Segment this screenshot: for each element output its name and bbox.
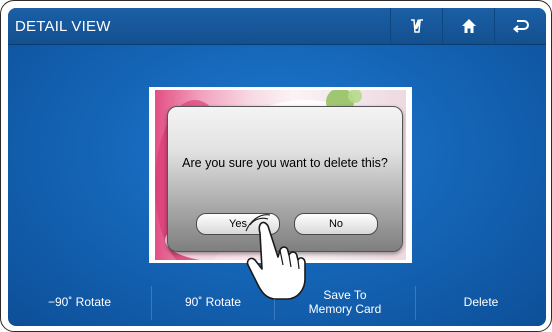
save-label-line2: Memory Card — [308, 302, 382, 316]
home-button[interactable] — [442, 8, 495, 44]
rotate-right-button[interactable]: 90˚ Rotate — [152, 278, 274, 326]
back-button[interactable] — [494, 8, 546, 44]
delete-button[interactable]: Delete — [416, 278, 546, 326]
pen-icon — [411, 19, 423, 33]
dialog-message: Are you sure you want to delete this? — [182, 156, 388, 170]
home-icon — [462, 19, 476, 33]
save-to-memory-card-button[interactable]: Save To Memory Card — [275, 278, 415, 326]
back-icon — [513, 20, 529, 33]
title-bar: DETAIL VIEW — [8, 8, 546, 45]
rotate-left-button[interactable]: −90˚ Rotate — [8, 278, 151, 326]
bottom-toolbar: −90˚ Rotate 90˚ Rotate Save To Memory Ca… — [8, 278, 546, 326]
pen-button[interactable] — [390, 8, 443, 44]
device-frame: DETAIL VIEW Are you sure you want to del… — [0, 0, 552, 332]
screen: DETAIL VIEW Are you sure you want to del… — [8, 8, 546, 326]
save-label-line1: Save To — [323, 288, 367, 302]
page-title: DETAIL VIEW — [15, 18, 111, 35]
